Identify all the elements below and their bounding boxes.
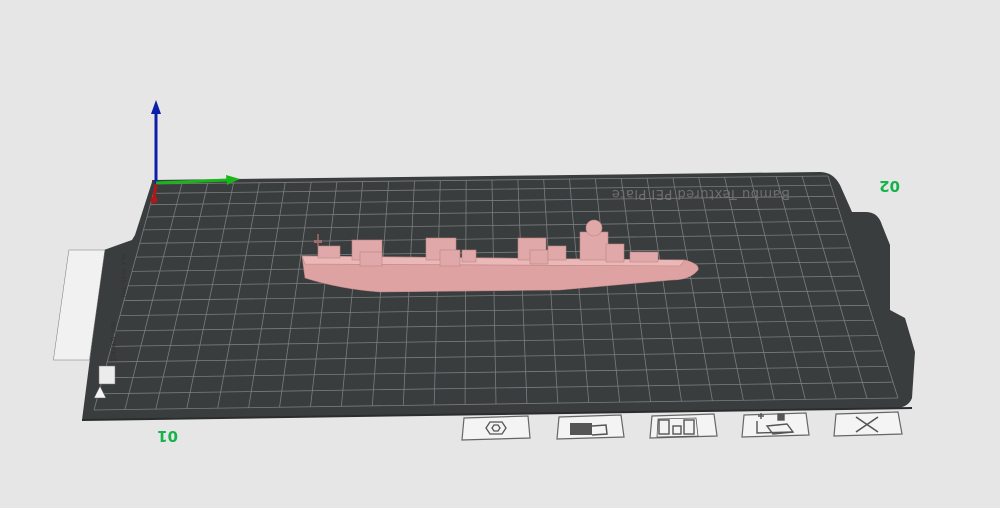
plate-number-back: 02 <box>879 177 900 195</box>
build-plate[interactable] <box>81 172 915 421</box>
ship-bow-structure <box>317 245 341 259</box>
delete-plate-button[interactable] <box>833 411 903 437</box>
edit-plate-button[interactable] <box>741 412 810 438</box>
y-axis-arrow <box>152 183 158 199</box>
ship-stern-deck <box>629 251 659 263</box>
ship-block-3 <box>461 249 477 263</box>
ship-block-5 <box>547 245 567 261</box>
ship-block-1b <box>359 251 383 267</box>
ship-block-2b <box>439 249 461 267</box>
sticker-text-2: HOT SURFACE <box>109 322 116 362</box>
plate-label: Bambu Textured PEI Plate <box>611 186 790 201</box>
plate-number-front: 01 <box>157 427 178 445</box>
layout-button[interactable] <box>649 413 718 439</box>
3d-viewport[interactable]: Bambu Textured PEI Plate 01 02 PLA PETG … <box>0 0 1000 508</box>
ship-stern-block <box>605 243 625 263</box>
arrange-button[interactable] <box>556 414 625 440</box>
ship-funnel <box>585 219 603 237</box>
z-axis-head <box>151 100 161 114</box>
ship-block-4b <box>529 249 549 265</box>
sticker-text-1: PLA PETG TPU <box>119 254 126 298</box>
orient-button[interactable] <box>461 415 531 441</box>
plate-toolbar <box>461 411 903 441</box>
y-axis-head <box>150 196 158 204</box>
